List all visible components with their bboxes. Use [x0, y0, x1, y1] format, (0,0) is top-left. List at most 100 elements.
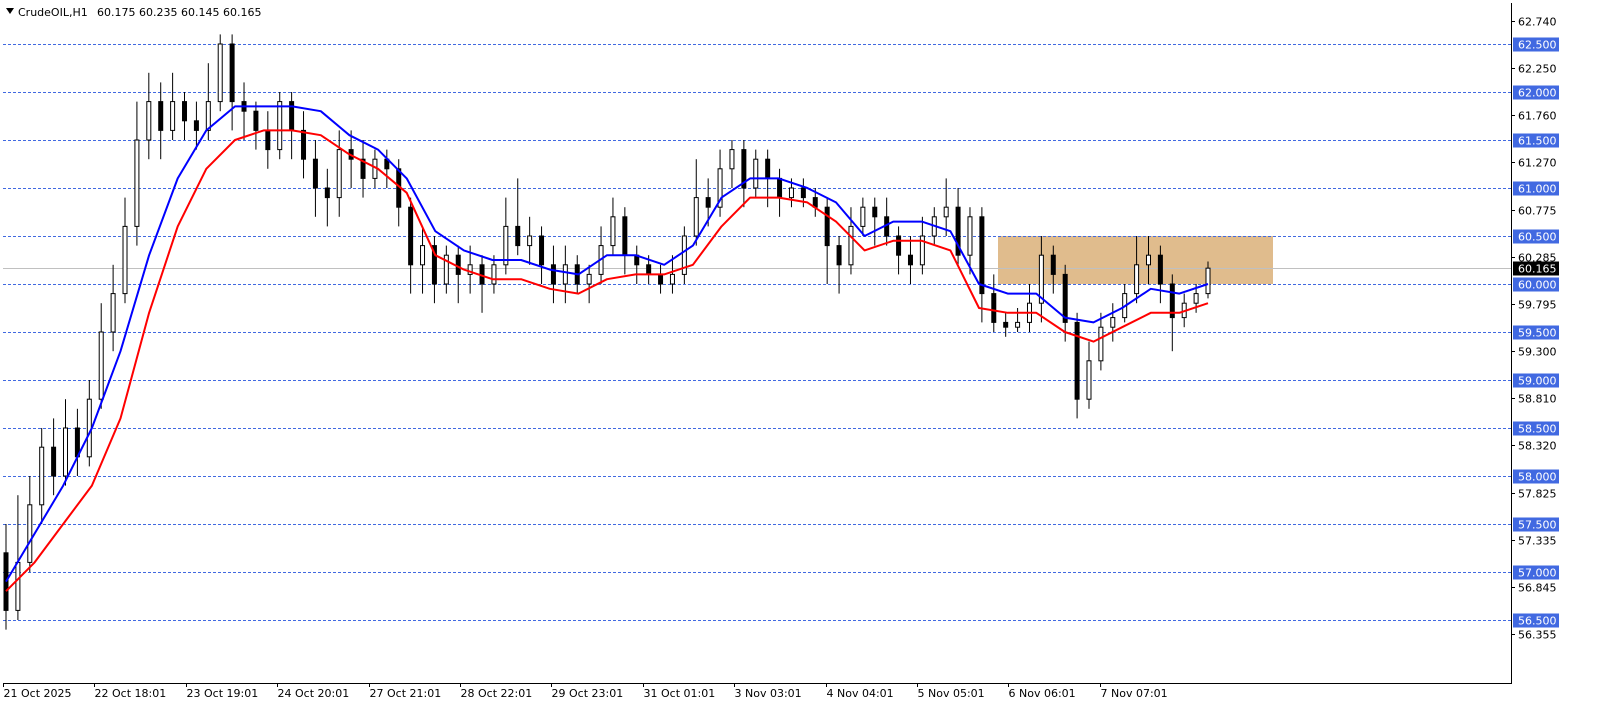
candle[interactable]: [86, 380, 92, 467]
candle[interactable]: [27, 476, 33, 572]
candle[interactable]: [408, 197, 414, 294]
candle[interactable]: [1110, 303, 1116, 342]
candle[interactable]: [229, 34, 235, 131]
y-tick-label: 58.320: [1518, 440, 1557, 453]
candle[interactable]: [1015, 308, 1021, 332]
candle[interactable]: [98, 303, 104, 409]
candle[interactable]: [753, 149, 759, 198]
current-price-label: 60.165: [1518, 263, 1557, 276]
candle-body: [1157, 254, 1163, 285]
candle[interactable]: [479, 255, 485, 313]
candle[interactable]: [1122, 284, 1128, 323]
x-tick-label: 28 Oct 22:01: [461, 687, 533, 698]
candle-body: [646, 264, 652, 275]
candle-body: [217, 43, 223, 103]
candle-body: [182, 101, 188, 122]
candle[interactable]: [872, 197, 878, 246]
candle[interactable]: [63, 399, 69, 486]
moving-average-slow-line[interactable]: [5, 129, 1209, 592]
y-tick-label: 61.270: [1518, 157, 1557, 170]
candle[interactable]: [539, 226, 545, 284]
candle[interactable]: [634, 245, 640, 284]
candle[interactable]: [74, 408, 80, 476]
candle[interactable]: [253, 101, 259, 150]
candle-body: [51, 446, 57, 477]
candle[interactable]: [182, 92, 188, 140]
moving-average-fast-line[interactable]: [5, 105, 1209, 583]
candle-body: [15, 561, 21, 611]
candle[interactable]: [122, 197, 128, 304]
candle[interactable]: [289, 92, 295, 160]
candle[interactable]: [598, 226, 604, 284]
candle[interactable]: [550, 245, 556, 304]
x-tick-label: 5 Nov 05:01: [918, 687, 985, 698]
candle[interactable]: [39, 428, 45, 524]
candle[interactable]: [907, 236, 913, 284]
candle[interactable]: [610, 197, 616, 256]
candle[interactable]: [503, 197, 509, 275]
x-tick-label: 29 Oct 23:01: [552, 687, 624, 698]
candle[interactable]: [158, 82, 164, 160]
chart-svg: 62.74062.25061.76061.27060.77560.28559.7…: [3, 3, 1559, 700]
candle[interactable]: [193, 101, 199, 150]
candle[interactable]: [324, 168, 330, 227]
level-label: 57.000: [1518, 567, 1557, 580]
candle-body: [1015, 321, 1021, 328]
candle[interactable]: [170, 72, 176, 140]
candle[interactable]: [312, 140, 318, 217]
candle[interactable]: [384, 149, 390, 188]
candle-body: [1205, 267, 1211, 295]
candle[interactable]: [884, 197, 890, 246]
candle[interactable]: [717, 149, 723, 217]
candle[interactable]: [729, 140, 735, 188]
candle[interactable]: [1098, 312, 1104, 371]
candle[interactable]: [527, 216, 533, 265]
candle[interactable]: [134, 101, 140, 246]
candle[interactable]: [1086, 341, 1092, 409]
candle[interactable]: [277, 92, 283, 160]
candle[interactable]: [943, 178, 949, 236]
candle[interactable]: [443, 245, 449, 294]
candle[interactable]: [146, 72, 152, 160]
candle[interactable]: [110, 264, 116, 352]
candle[interactable]: [622, 207, 628, 275]
candle[interactable]: [515, 178, 521, 256]
candle[interactable]: [824, 197, 830, 284]
candle-body: [1062, 273, 1068, 323]
candle[interactable]: [336, 130, 342, 217]
candle[interactable]: [681, 226, 687, 284]
candle[interactable]: [348, 130, 354, 188]
candle[interactable]: [955, 188, 961, 265]
candle[interactable]: [265, 111, 271, 169]
candle[interactable]: [217, 34, 223, 112]
candle[interactable]: [51, 418, 57, 496]
price-chart[interactable]: 62.740 62.250 61.760 61.270 60.775 60.285 59.7…: [0, 0, 1614, 700]
level-label: 57.500: [1518, 519, 1557, 532]
candle[interactable]: [241, 82, 247, 140]
chart-menu-triangle-icon[interactable]: [6, 8, 14, 14]
candle[interactable]: [919, 216, 925, 275]
candle[interactable]: [301, 111, 307, 179]
candle[interactable]: [979, 207, 985, 323]
candle[interactable]: [658, 264, 664, 294]
candle[interactable]: [777, 168, 783, 217]
candle-body: [1110, 317, 1116, 328]
y-tick-label: 58.810: [1518, 393, 1557, 406]
y-tick-label: 62.740: [1518, 16, 1557, 29]
candle[interactable]: [431, 236, 437, 304]
candle[interactable]: [455, 245, 461, 304]
candle-body: [63, 427, 69, 477]
candle[interactable]: [586, 264, 592, 304]
candle[interactable]: [991, 274, 997, 332]
candle[interactable]: [741, 140, 747, 208]
candle[interactable]: [1026, 284, 1032, 332]
candle-body: [39, 446, 45, 506]
candle[interactable]: [1074, 312, 1080, 419]
level-label: 60.000: [1518, 279, 1557, 292]
candle[interactable]: [693, 159, 699, 246]
candle[interactable]: [860, 197, 866, 236]
candle[interactable]: [896, 226, 902, 275]
candle[interactable]: [3, 524, 9, 630]
candle[interactable]: [562, 245, 568, 304]
candle[interactable]: [1003, 312, 1009, 337]
